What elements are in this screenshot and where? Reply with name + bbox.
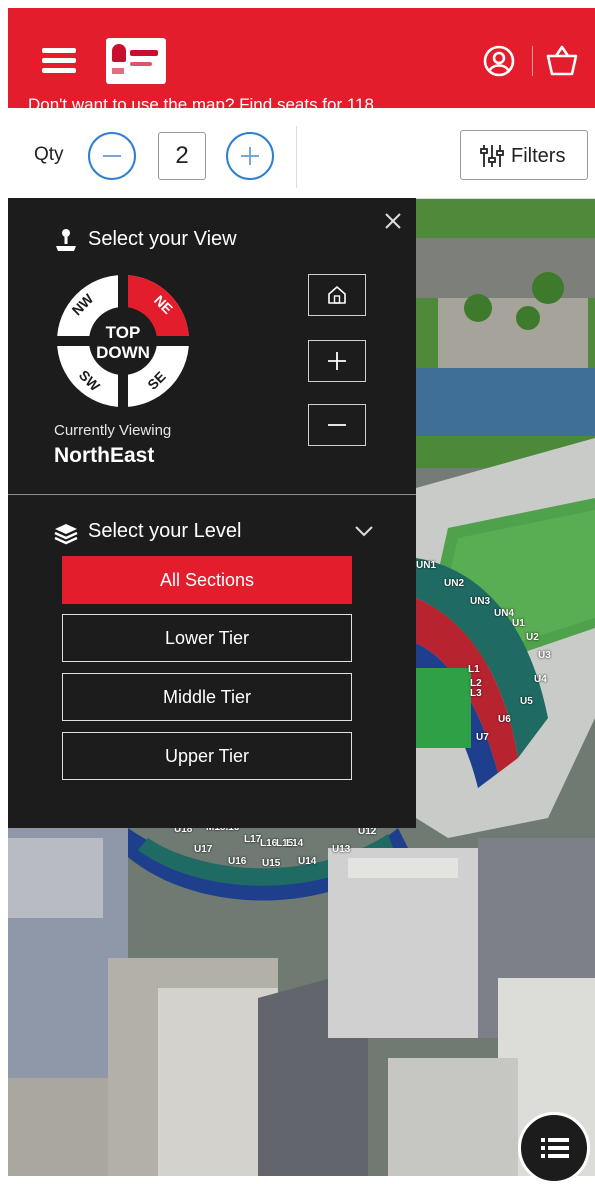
close-icon[interactable] xyxy=(382,210,404,232)
qty-label: Qty xyxy=(34,144,64,165)
hamburger-menu-icon[interactable] xyxy=(42,48,76,73)
section-label[interactable]: L1 xyxy=(468,664,480,675)
qty-value[interactable]: 2 xyxy=(158,132,206,180)
zoom-in-button[interactable] xyxy=(308,340,366,382)
section-label[interactable]: U1 xyxy=(512,618,525,629)
joystick-icon xyxy=(56,229,76,251)
level-option-upper-tier[interactable]: Upper Tier xyxy=(62,732,352,780)
chevron-down-icon[interactable] xyxy=(354,524,374,538)
zoom-out-button[interactable] xyxy=(308,404,366,446)
zoom-out-icon xyxy=(328,424,346,426)
section-label[interactable]: U2 xyxy=(526,632,539,643)
decrease-qty-button[interactable] xyxy=(88,132,136,180)
level-title[interactable]: Select your Level xyxy=(88,520,241,543)
increase-qty-button[interactable] xyxy=(226,132,274,180)
list-icon xyxy=(541,1138,569,1158)
section-label[interactable]: U7 xyxy=(476,732,489,743)
home-icon xyxy=(328,286,346,304)
map-alternative-notice[interactable]: Don't want to use the map? Find seats fo… xyxy=(28,88,508,108)
account-circle-icon[interactable] xyxy=(482,44,516,78)
minus-icon xyxy=(103,155,121,157)
top-header: Don't want to use the map? Find seats fo… xyxy=(8,8,595,108)
header-separator xyxy=(532,46,533,76)
view-level-panel: Select your View TOP DOWN NW NE SW SE Cu… xyxy=(8,198,416,828)
section-label[interactable]: L14 xyxy=(286,838,303,849)
filters-button[interactable]: Filters xyxy=(460,130,588,180)
section-label[interactable]: U4 xyxy=(534,674,547,685)
section-label[interactable]: U13 xyxy=(332,844,350,855)
qty-separator xyxy=(296,126,297,188)
section-label[interactable]: U3 xyxy=(538,650,551,661)
currently-viewing-label: Currently Viewing xyxy=(54,422,172,439)
list-view-button[interactable] xyxy=(518,1112,590,1184)
plus-icon xyxy=(241,147,259,165)
zoom-in-icon xyxy=(328,352,346,370)
section-label[interactable]: U5 xyxy=(520,696,533,707)
section-label[interactable]: U15 xyxy=(262,858,280,869)
level-option-middle-tier[interactable]: Middle Tier xyxy=(62,673,352,721)
currently-viewing-value: NorthEast xyxy=(54,444,155,467)
section-label[interactable]: U17 xyxy=(194,844,212,855)
brand-logo[interactable] xyxy=(106,38,166,84)
section-label[interactable]: UN4 xyxy=(494,608,514,619)
section-label[interactable]: L3 xyxy=(470,688,482,699)
sliders-icon xyxy=(480,145,504,167)
level-option-all-sections[interactable]: All Sections xyxy=(62,556,352,604)
filters-label: Filters xyxy=(511,145,566,167)
view-compass[interactable]: TOP DOWN NW NE SW SE xyxy=(56,274,190,408)
section-label[interactable]: U16 xyxy=(228,856,246,867)
section-label[interactable]: U6 xyxy=(498,714,511,725)
basket-icon[interactable] xyxy=(544,44,580,78)
panel-divider xyxy=(8,494,416,495)
reset-view-button[interactable] xyxy=(308,274,366,316)
view-title: Select your View xyxy=(88,228,237,250)
layers-icon xyxy=(54,524,78,545)
section-label[interactable]: L16 xyxy=(260,838,277,849)
section-label[interactable]: UN3 xyxy=(470,596,490,607)
compass-center-line1: TOP xyxy=(106,323,141,342)
compass-center-line2: DOWN xyxy=(96,343,150,362)
section-label[interactable]: UN1 xyxy=(416,560,436,571)
section-label[interactable]: UN2 xyxy=(444,578,464,589)
section-label[interactable]: U14 xyxy=(298,856,316,867)
section-label[interactable]: L17 xyxy=(244,834,261,845)
level-option-lower-tier[interactable]: Lower Tier xyxy=(62,614,352,662)
quantity-bar: Qty 2 Filters xyxy=(8,108,595,199)
